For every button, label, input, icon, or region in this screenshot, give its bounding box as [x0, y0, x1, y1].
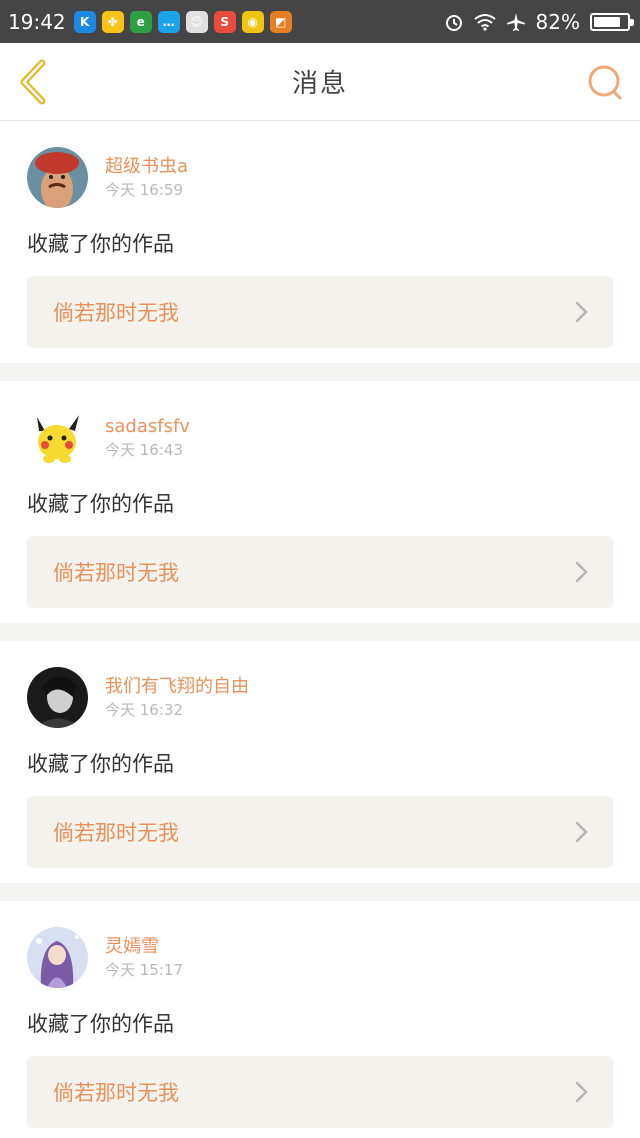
- notification-icons: K ✤ e… ☺ S ◉ ◩: [73, 10, 292, 33]
- chevron-right-icon: [575, 821, 588, 843]
- status-indicators: 82%: [444, 9, 634, 34]
- user-info: sadasfsfv 今天 16:43: [105, 415, 190, 461]
- k-app-icon: K: [73, 10, 96, 33]
- s-app-icon: S: [213, 10, 236, 33]
- message-header: 灵嫣雪 今天 15:17: [27, 927, 613, 988]
- work-title: 倘若那时无我: [53, 821, 179, 845]
- message-header: 我们有飞翔的自由 今天 16:32: [27, 667, 613, 728]
- status-time: 19:42: [8, 9, 66, 34]
- user-info: 我们有飞翔的自由 今天 16:32: [105, 675, 249, 721]
- clover-app-icon: ✤: [101, 10, 124, 33]
- wifi-icon: [473, 13, 496, 31]
- work-link[interactable]: 倘若那时无我: [27, 536, 613, 608]
- battery-percent: 82%: [535, 9, 580, 34]
- action-text: 收藏了你的作品: [27, 752, 174, 776]
- username[interactable]: 超级书虫a: [105, 155, 188, 179]
- user-info: 超级书虫a 今天 16:59: [105, 155, 188, 201]
- action-text: 收藏了你的作品: [27, 232, 174, 256]
- panda-app-icon: ◉: [241, 10, 264, 33]
- nav-bar: 消息: [0, 43, 640, 121]
- work-link[interactable]: 倘若那时无我: [27, 276, 613, 348]
- username[interactable]: sadasfsfv: [105, 415, 190, 439]
- work-link[interactable]: 倘若那时无我: [27, 796, 613, 868]
- search-icon[interactable]: [586, 63, 624, 101]
- username[interactable]: 我们有飞翔的自由: [105, 675, 249, 699]
- message-card: 我们有飞翔的自由 今天 16:32 收藏了你的作品 倘若那时无我: [0, 641, 640, 883]
- timestamp: 今天 15:17: [105, 960, 183, 979]
- message-list: 超级书虫a 今天 16:59 收藏了你的作品 倘若那时无我 sadasfsfv …: [0, 121, 640, 1138]
- message-card: 灵嫣雪 今天 15:17 收藏了你的作品 倘若那时无我: [0, 901, 640, 1138]
- action-text: 收藏了你的作品: [27, 1012, 174, 1036]
- battery-level: [594, 16, 621, 27]
- action-text: 收藏了你的作品: [27, 492, 174, 516]
- avatar[interactable]: [27, 407, 88, 468]
- message-card: 超级书虫a 今天 16:59 收藏了你的作品 倘若那时无我: [0, 121, 640, 363]
- avatar[interactable]: [27, 927, 88, 988]
- username[interactable]: 灵嫣雪: [105, 935, 183, 959]
- work-title: 倘若那时无我: [53, 301, 179, 325]
- airplane-mode-icon: [506, 12, 525, 31]
- work-title: 倘若那时无我: [53, 1081, 179, 1105]
- work-link[interactable]: 倘若那时无我: [27, 1056, 613, 1128]
- back-button[interactable]: [14, 57, 54, 107]
- alarm-icon: [445, 14, 462, 31]
- chevron-right-icon: [575, 301, 588, 323]
- timestamp: 今天 16:32: [105, 700, 183, 719]
- work-title: 倘若那时无我: [53, 561, 179, 585]
- status-bar: 19:42 K ✤ e… ☺ S ◉ ◩ 82%: [0, 0, 640, 43]
- face-app-icon: ☺: [185, 10, 208, 33]
- chevron-right-icon: [575, 1081, 588, 1103]
- qq-chat-app-icon: …: [157, 10, 180, 33]
- message-header: 超级书虫a 今天 16:59: [27, 147, 613, 208]
- browser-e-app-icon: e: [129, 10, 152, 33]
- page-title: 消息: [291, 69, 348, 99]
- chevron-right-icon: [575, 561, 588, 583]
- message-card: sadasfsfv 今天 16:43 收藏了你的作品 倘若那时无我: [0, 381, 640, 623]
- timestamp: 今天 16:43: [105, 440, 183, 459]
- timestamp: 今天 16:59: [105, 180, 183, 199]
- battery-icon: [590, 12, 634, 31]
- avatar[interactable]: [27, 667, 88, 728]
- message-header: sadasfsfv 今天 16:43: [27, 407, 613, 468]
- user-info: 灵嫣雪 今天 15:17: [105, 935, 183, 981]
- avatar[interactable]: [27, 147, 88, 208]
- stripes-app-icon: ◩: [269, 10, 292, 33]
